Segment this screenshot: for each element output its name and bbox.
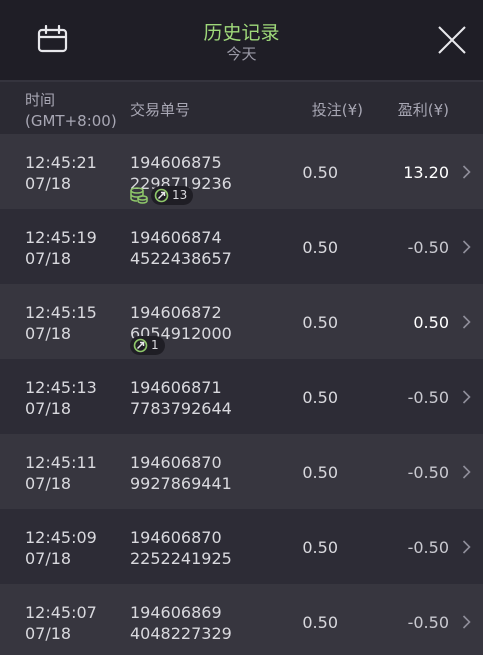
bonus-tags: 13 xyxy=(130,186,194,205)
bonus-tags: 1 xyxy=(130,336,165,355)
history-panel: 历史记录 今天 时间 (GMT+8:00) 交易单号 投注(¥) 盈利(¥) 1… xyxy=(0,0,483,655)
row-order-id: 194606869 4048227329 xyxy=(130,602,232,644)
row-date-value: 07/18 xyxy=(25,324,72,343)
row-order-part2: 4522438657 xyxy=(130,249,232,268)
row-time-value: 12:45:19 xyxy=(25,228,97,247)
row-time-value: 12:45:21 xyxy=(25,153,97,172)
row-order-part1: 194606870 xyxy=(130,453,222,472)
row-profit: -0.50 xyxy=(407,388,449,407)
column-header-profit: 盈利(¥) xyxy=(397,101,449,119)
row-time-value: 12:45:09 xyxy=(25,528,97,547)
row-time: 12:45:11 07/18 xyxy=(25,452,97,494)
date-filter-label[interactable]: 今天 xyxy=(0,45,483,63)
row-profit: -0.50 xyxy=(407,613,449,632)
row-time: 12:45:15 07/18 xyxy=(25,302,97,344)
row-bet: 0.50 xyxy=(302,538,338,557)
row-profit: -0.50 xyxy=(407,463,449,482)
row-date-value: 07/18 xyxy=(25,624,72,643)
header-bar: 历史记录 今天 xyxy=(0,0,483,80)
chevron-right-icon[interactable] xyxy=(462,240,471,254)
table-row[interactable]: 12:45:19 07/18 194606874 4522438657 0.50 -0.5… xyxy=(0,209,483,284)
row-profit: 13.20 xyxy=(403,163,449,182)
coin-stack-icon xyxy=(130,187,148,204)
chevron-right-icon[interactable] xyxy=(462,615,471,629)
row-profit: -0.50 xyxy=(407,238,449,257)
row-bet: 0.50 xyxy=(302,388,338,407)
row-order-part1: 194606869 xyxy=(130,603,222,622)
spin-icon xyxy=(154,188,169,203)
row-order-id: 194606870 9927869441 xyxy=(130,452,232,494)
free-spin-badge: 1 xyxy=(130,336,165,355)
row-bet: 0.50 xyxy=(302,463,338,482)
row-order-id: 194606870 2252241925 xyxy=(130,527,232,569)
table-row[interactable]: 12:45:21 07/18 194606875 2298719236 13 0.50 13… xyxy=(0,134,483,209)
chevron-right-icon[interactable] xyxy=(462,165,471,179)
column-header-bet: 投注(¥) xyxy=(311,101,363,119)
row-time-value: 12:45:11 xyxy=(25,453,97,472)
free-spin-count: 13 xyxy=(172,188,188,202)
table-row[interactable]: 12:45:15 07/18 194606872 6054912000 1 0.50 0.5… xyxy=(0,284,483,359)
row-bet: 0.50 xyxy=(302,313,338,332)
row-order-part1: 194606871 xyxy=(130,378,222,397)
free-spin-count: 1 xyxy=(151,338,159,352)
row-bet: 0.50 xyxy=(302,613,338,632)
table-header: 时间 (GMT+8:00) 交易单号 投注(¥) 盈利(¥) xyxy=(0,80,483,134)
table-row[interactable]: 12:45:07 07/18 194606869 4048227329 0.50 -0.5… xyxy=(0,584,483,655)
table-row[interactable]: 12:45:09 07/18 194606870 2252241925 0.50 -0.5… xyxy=(0,509,483,584)
row-date-value: 07/18 xyxy=(25,174,72,193)
column-header-time: 时间 (GMT+8:00) xyxy=(25,90,117,132)
row-order-part1: 194606875 xyxy=(130,153,222,172)
close-icon[interactable] xyxy=(436,24,468,56)
row-date-value: 07/18 xyxy=(25,249,72,268)
row-time-value: 12:45:15 xyxy=(25,303,97,322)
chevron-right-icon[interactable] xyxy=(462,390,471,404)
row-profit: 0.50 xyxy=(413,313,449,332)
row-time: 12:45:19 07/18 xyxy=(25,227,97,269)
column-header-order: 交易单号 xyxy=(130,101,191,119)
row-order-part2: 4048227329 xyxy=(130,624,232,643)
spin-icon xyxy=(133,338,148,353)
column-header-time-label: 时间 xyxy=(25,91,56,109)
row-bet: 0.50 xyxy=(302,163,338,182)
chevron-right-icon[interactable] xyxy=(462,315,471,329)
history-list: 12:45:21 07/18 194606875 2298719236 13 0.50 13… xyxy=(0,134,483,655)
row-order-part2: 9927869441 xyxy=(130,474,232,493)
row-order-id: 194606874 4522438657 xyxy=(130,227,232,269)
row-time: 12:45:21 07/18 xyxy=(25,152,97,194)
chevron-right-icon[interactable] xyxy=(462,465,471,479)
row-time: 12:45:13 07/18 xyxy=(25,377,97,419)
row-time-value: 12:45:07 xyxy=(25,603,97,622)
table-row[interactable]: 12:45:11 07/18 194606870 9927869441 0.50 -0.5… xyxy=(0,434,483,509)
row-profit: -0.50 xyxy=(407,538,449,557)
row-order-part1: 194606870 xyxy=(130,528,222,547)
free-spin-badge: 13 xyxy=(151,186,194,205)
table-row[interactable]: 12:45:13 07/18 194606871 7783792644 0.50 -0.5… xyxy=(0,359,483,434)
chevron-right-icon[interactable] xyxy=(462,540,471,554)
row-date-value: 07/18 xyxy=(25,474,72,493)
row-order-part1: 194606872 xyxy=(130,303,222,322)
row-order-id: 194606871 7783792644 xyxy=(130,377,232,419)
column-header-timezone: (GMT+8:00) xyxy=(25,112,117,130)
row-time-value: 12:45:13 xyxy=(25,378,97,397)
row-order-part2: 7783792644 xyxy=(130,399,232,418)
row-order-part1: 194606874 xyxy=(130,228,222,247)
row-time: 12:45:09 07/18 xyxy=(25,527,97,569)
page-title: 历史记录 xyxy=(203,22,280,44)
row-order-part2: 2252241925 xyxy=(130,549,232,568)
row-date-value: 07/18 xyxy=(25,549,72,568)
row-time: 12:45:07 07/18 xyxy=(25,602,97,644)
row-bet: 0.50 xyxy=(302,238,338,257)
row-date-value: 07/18 xyxy=(25,399,72,418)
